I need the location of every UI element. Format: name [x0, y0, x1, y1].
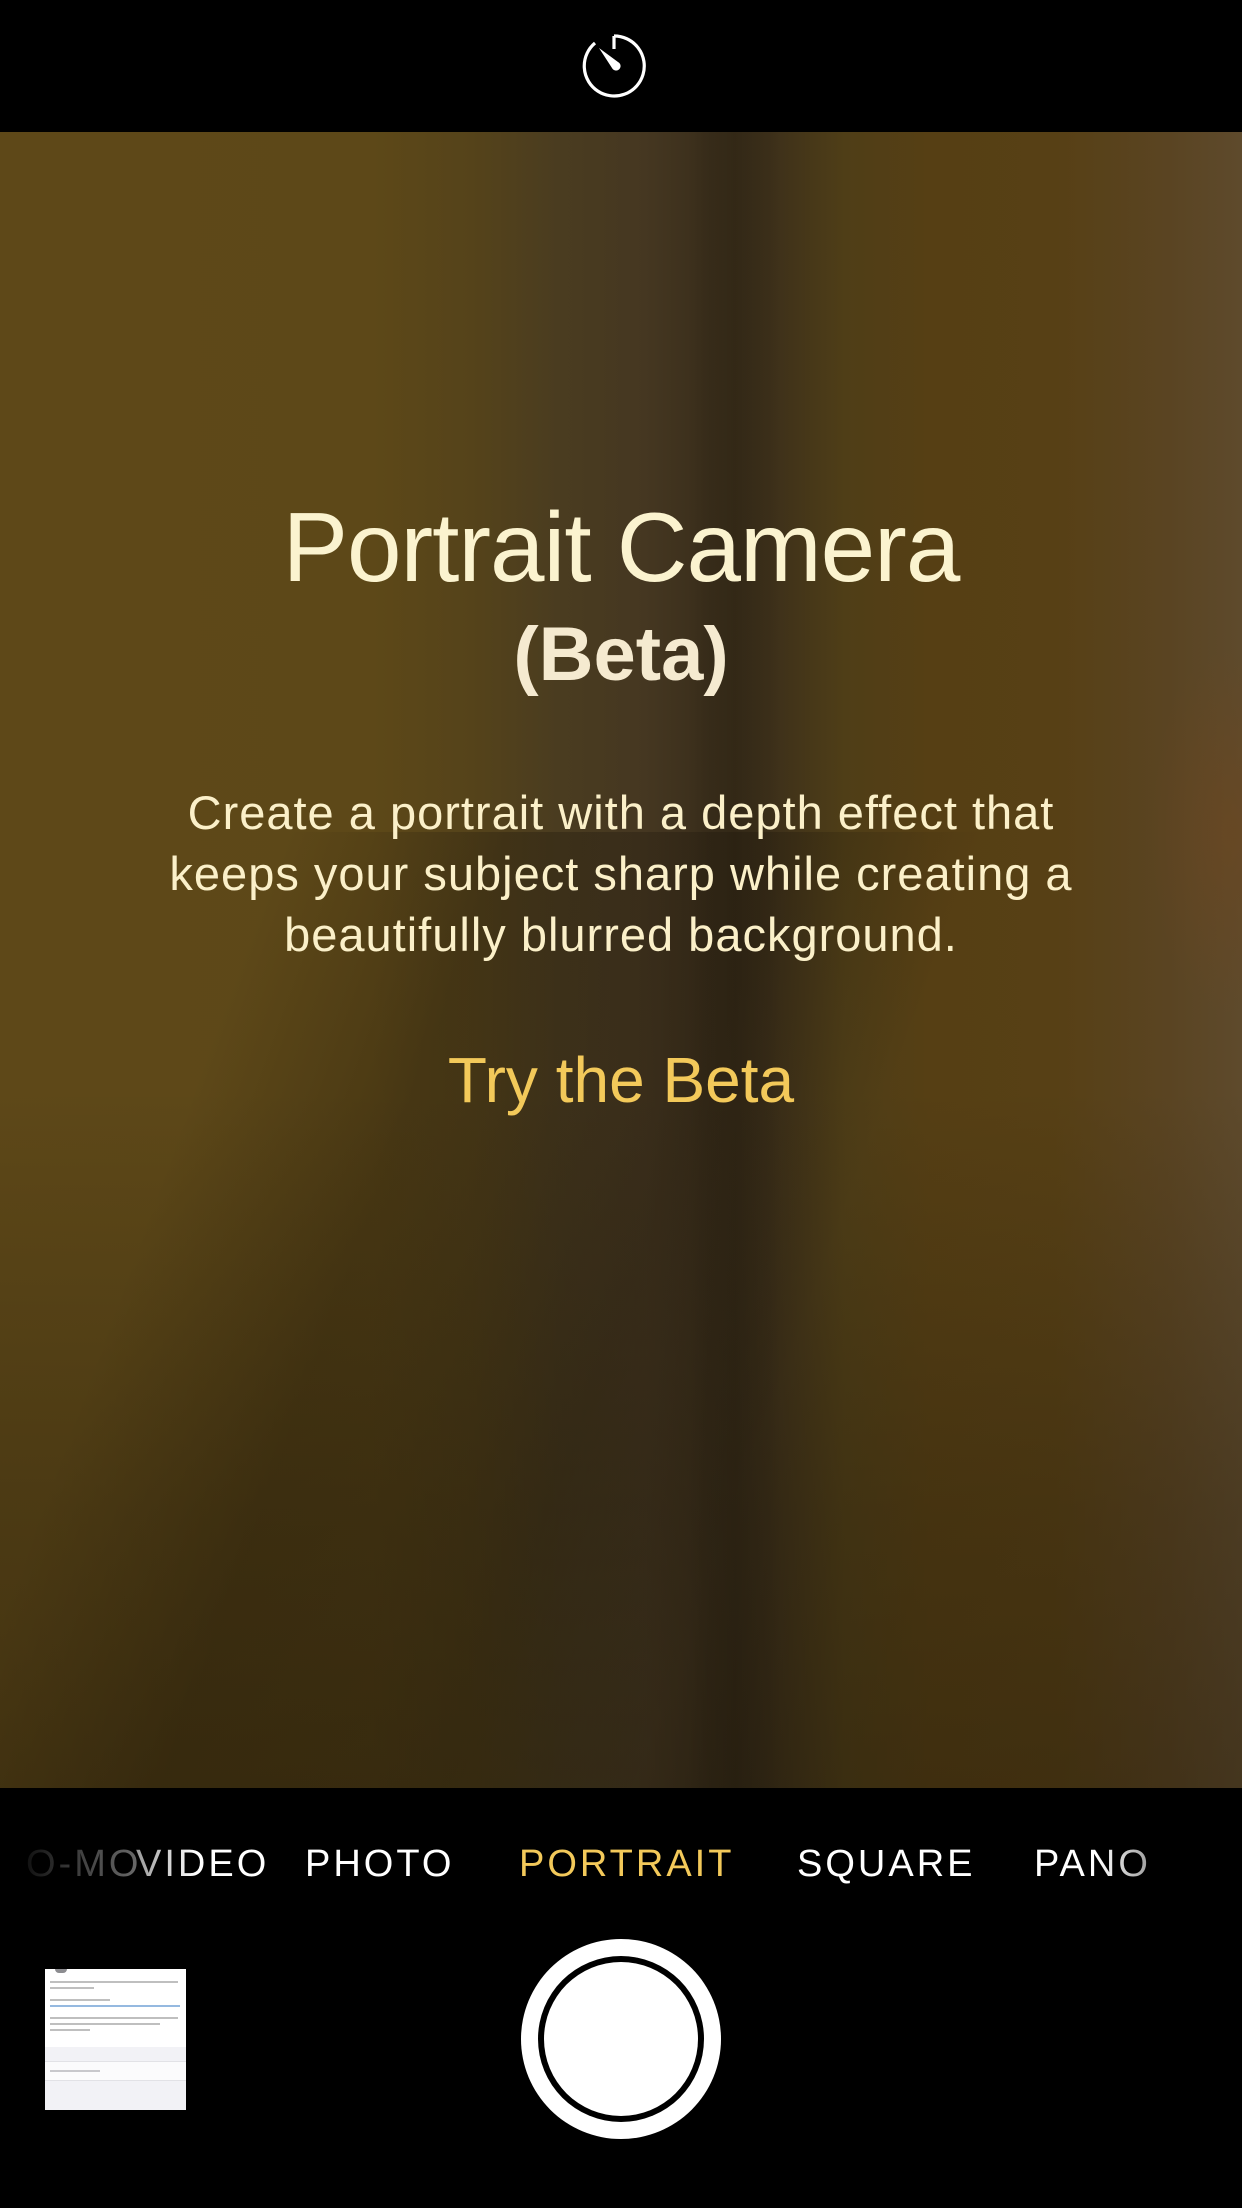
thumbnail-image	[45, 1969, 186, 2110]
shutter-button[interactable]	[521, 1939, 721, 2139]
promo-title: Portrait Camera	[282, 492, 961, 602]
mode-slo-mo[interactable]: O-MO	[26, 1832, 141, 1896]
top-bar	[0, 0, 1242, 132]
timer-icon	[582, 34, 646, 98]
mode-portrait[interactable]: PORTRAIT	[519, 1832, 734, 1896]
try-the-beta-button[interactable]: Try the Beta	[371, 1040, 871, 1120]
viewfinder-blur-bottom	[0, 1088, 1242, 1788]
mode-photo[interactable]: PHOTO	[305, 1832, 454, 1896]
camera-mode-selector[interactable]: O-MO VIDEO PHOTO PORTRAIT SQUARE PANO	[0, 1832, 1242, 1896]
timer-button[interactable]	[580, 32, 648, 100]
mode-video[interactable]: VIDEO	[136, 1832, 269, 1896]
shutter-core	[544, 1962, 698, 2116]
mode-pano[interactable]: PANO	[1034, 1832, 1151, 1896]
mode-square[interactable]: SQUARE	[797, 1832, 975, 1896]
last-photo-thumbnail[interactable]	[45, 1969, 186, 2110]
promo-description: Create a portrait with a depth effect th…	[169, 786, 1073, 961]
promo-subtitle: (Beta)	[513, 612, 729, 697]
